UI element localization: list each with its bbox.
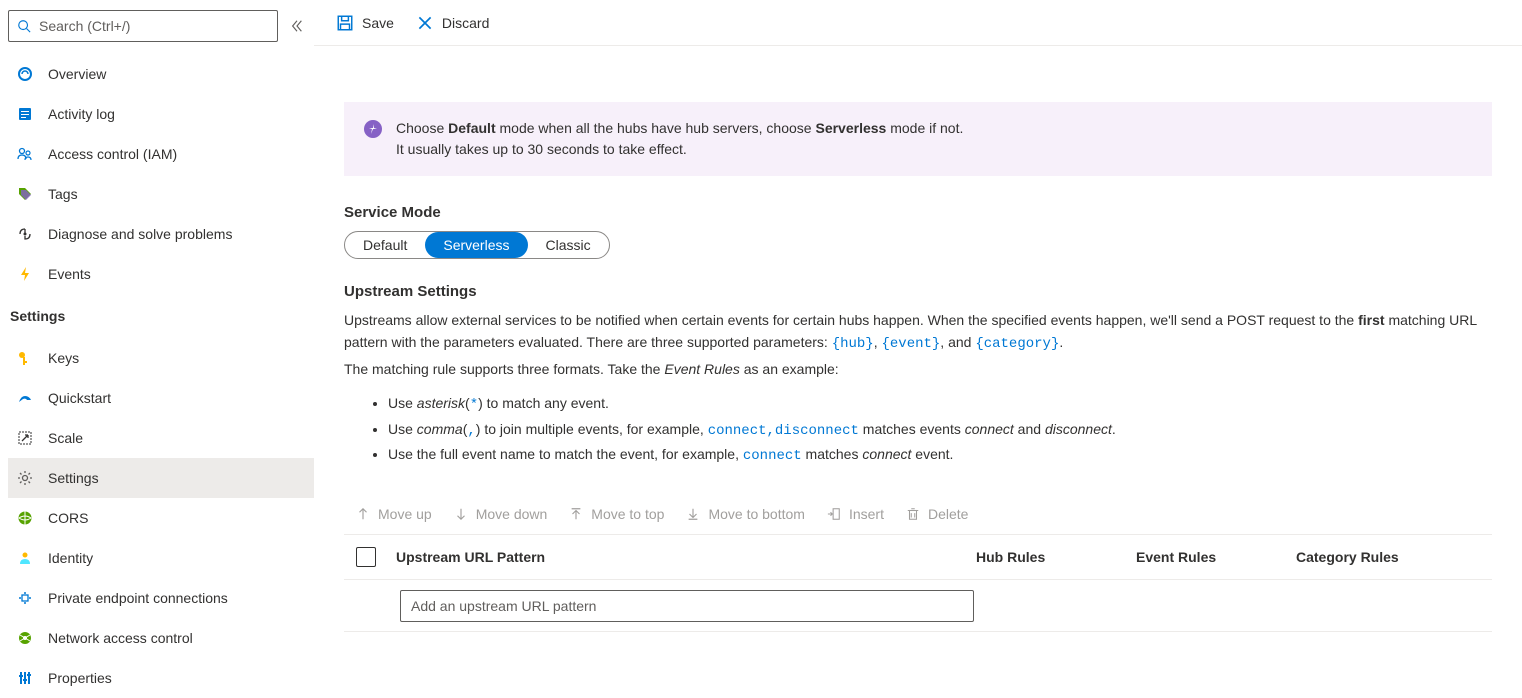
nav-identity[interactable]: Identity (8, 538, 314, 578)
col-url: Upstream URL Pattern (396, 549, 976, 565)
properties-icon (16, 669, 34, 687)
rule-item: Use asterisk(*) to match any event. (388, 393, 1492, 417)
arrow-bottom-icon (686, 507, 700, 521)
nav-section-settings: Settings (8, 294, 314, 332)
nav-label: CORS (48, 510, 88, 526)
search-input[interactable] (39, 18, 269, 34)
nav-label: Keys (48, 350, 79, 366)
table-row (344, 580, 1492, 632)
quickstart-icon (16, 389, 34, 407)
nav-label: Settings (48, 470, 99, 486)
activity-log-icon (16, 105, 34, 123)
mode-serverless[interactable]: Serverless (425, 232, 527, 258)
search-box[interactable] (8, 10, 278, 42)
nav-label: Access control (IAM) (48, 146, 177, 162)
move-up-button[interactable]: Move up (356, 506, 432, 522)
arrow-top-icon (569, 507, 583, 521)
nav-label: Identity (48, 550, 93, 566)
nav-private-endpoint[interactable]: Private endpoint connections (8, 578, 314, 618)
rule-item: Use comma(,) to join multiple events, fo… (388, 419, 1492, 443)
nav-label: Tags (48, 186, 78, 202)
overview-icon (16, 65, 34, 83)
nav-keys[interactable]: Keys (8, 338, 314, 378)
main-content: Save Discard Choose Default mode when al… (314, 0, 1522, 696)
service-mode-title: Service Mode (344, 204, 1492, 221)
nav-label: Network access control (48, 630, 193, 646)
upstream-description-2: The matching rule supports three formats… (344, 359, 1492, 381)
banner-message: Choose Default mode when all the hubs ha… (396, 118, 963, 160)
save-label: Save (362, 15, 394, 31)
delete-button[interactable]: Delete (906, 506, 968, 522)
nav-cors[interactable]: CORS (8, 498, 314, 538)
mode-default[interactable]: Default (345, 232, 425, 258)
select-all-checkbox[interactable] (356, 547, 376, 567)
discard-button[interactable]: Discard (406, 8, 499, 38)
arrow-down-icon (454, 507, 468, 521)
nav-quickstart[interactable]: Quickstart (8, 378, 314, 418)
sidebar: Overview Activity log Access control (IA… (0, 0, 314, 696)
nav-label: Quickstart (48, 390, 111, 406)
scale-icon (16, 429, 34, 447)
save-icon (336, 14, 354, 32)
search-icon (17, 19, 31, 33)
row-toolbar: Move up Move down Move to top Move to bo… (344, 500, 1492, 534)
move-bottom-button[interactable]: Move to bottom (686, 506, 805, 522)
info-banner: Choose Default mode when all the hubs ha… (344, 102, 1492, 176)
col-hub: Hub Rules (976, 549, 1136, 565)
nav-events[interactable]: Events (8, 254, 314, 294)
rules-list: Use asterisk(*) to match any event. Use … (388, 393, 1492, 468)
arrow-up-icon (356, 507, 370, 521)
identity-icon (16, 549, 34, 567)
nav-tags[interactable]: Tags (8, 174, 314, 214)
nav-label: Activity log (48, 106, 115, 122)
nav-settings[interactable]: Settings (8, 458, 314, 498)
collapse-sidebar-button[interactable] (286, 15, 308, 37)
col-event: Event Rules (1136, 549, 1296, 565)
events-icon (16, 265, 34, 283)
rule-item: Use the full event name to match the eve… (388, 444, 1492, 468)
nav-label: Scale (48, 430, 83, 446)
nav-label: Diagnose and solve problems (48, 226, 232, 242)
nav-access-control[interactable]: Access control (IAM) (8, 134, 314, 174)
mode-classic[interactable]: Classic (528, 232, 609, 258)
discard-label: Discard (442, 15, 489, 31)
nav-label: Properties (48, 670, 112, 686)
upstream-description: Upstreams allow external services to be … (344, 310, 1492, 355)
discard-icon (416, 14, 434, 32)
nav-scale[interactable]: Scale (8, 418, 314, 458)
tags-icon (16, 185, 34, 203)
table-header: Upstream URL Pattern Hub Rules Event Rul… (344, 534, 1492, 580)
nav-label: Overview (48, 66, 106, 82)
nav-properties[interactable]: Properties (8, 658, 314, 698)
command-bar: Save Discard (314, 0, 1522, 46)
nav-diagnose[interactable]: Diagnose and solve problems (8, 214, 314, 254)
nav-network-access[interactable]: Network access control (8, 618, 314, 658)
access-control-icon (16, 145, 34, 163)
col-category: Category Rules (1296, 549, 1456, 565)
settings-icon (16, 469, 34, 487)
insert-icon (827, 507, 841, 521)
keys-icon (16, 349, 34, 367)
save-button[interactable]: Save (326, 8, 404, 38)
delete-icon (906, 507, 920, 521)
nav-overview[interactable]: Overview (8, 54, 314, 94)
nav-label: Events (48, 266, 91, 282)
private-endpoint-icon (16, 589, 34, 607)
upstream-url-input[interactable] (400, 590, 974, 622)
insert-button[interactable]: Insert (827, 506, 884, 522)
info-icon (364, 120, 382, 138)
nav-label: Private endpoint connections (48, 590, 228, 606)
nav-activity-log[interactable]: Activity log (8, 94, 314, 134)
move-top-button[interactable]: Move to top (569, 506, 664, 522)
diagnose-icon (16, 225, 34, 243)
service-mode-selector: Default Serverless Classic (344, 231, 610, 259)
cors-icon (16, 509, 34, 527)
move-down-button[interactable]: Move down (454, 506, 548, 522)
upstream-title: Upstream Settings (344, 283, 1492, 300)
network-access-icon (16, 629, 34, 647)
